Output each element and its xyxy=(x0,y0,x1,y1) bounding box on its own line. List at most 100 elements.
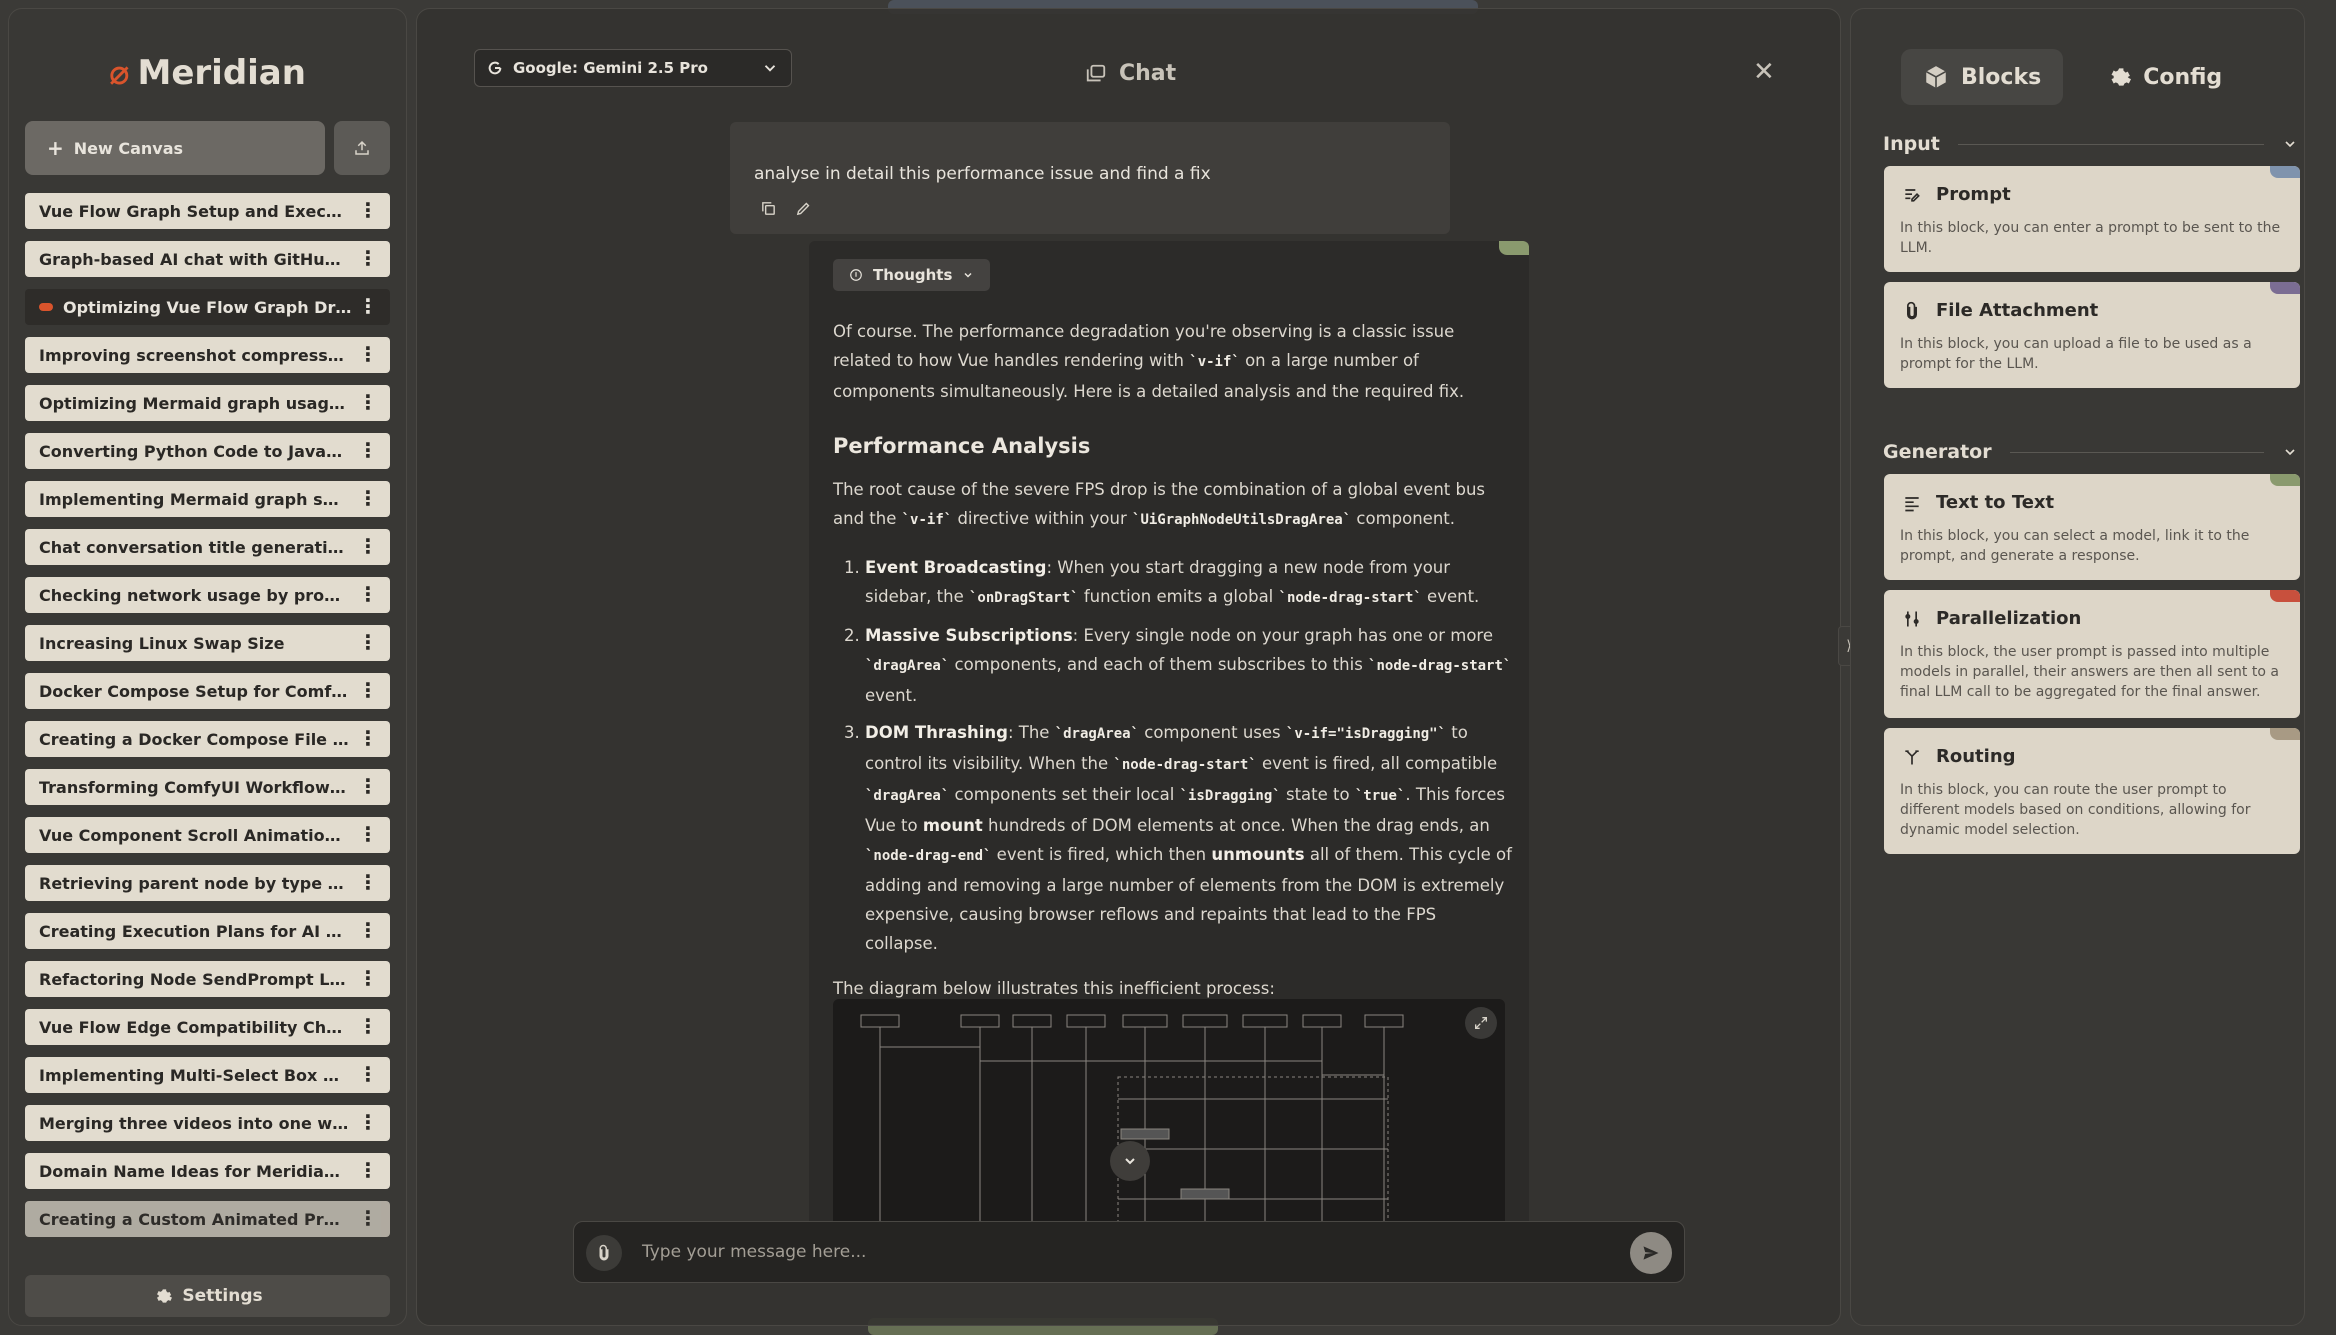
conversation-item[interactable]: Vue Component Scroll Animation for ... ⋮ xyxy=(25,817,390,853)
routing-icon xyxy=(1905,749,1919,764)
block-file-attachment[interactable]: File Attachment In this block, you can u… xyxy=(1884,282,2300,388)
send-button[interactable] xyxy=(1630,1232,1672,1274)
conversation-title: Creating a Docker Compose File for C... xyxy=(39,729,349,749)
more-options-icon[interactable]: ⋮ xyxy=(358,487,378,509)
more-options-icon[interactable]: ⋮ xyxy=(358,247,378,269)
block-text-to-text[interactable]: Text to Text In this block, you can sele… xyxy=(1884,474,2300,580)
sidebar: ⌀ Meridian + New Canvas Vue Flow Graph Se… xyxy=(8,8,407,1326)
block-description: In this block, the user prompt is passed… xyxy=(1900,644,2279,700)
paperclip-icon xyxy=(1907,301,1917,319)
inline-code: `v-if` xyxy=(901,512,953,528)
thoughts-toggle[interactable]: Thoughts xyxy=(833,259,991,291)
conversation-item[interactable]: Checking network usage by process i... ⋮ xyxy=(25,577,390,613)
settings-button[interactable]: Settings xyxy=(25,1275,390,1317)
block-description: In this block, you can route the user pr… xyxy=(1900,782,2251,838)
block-name: Routing xyxy=(1936,746,2016,767)
conversation-title: Domain Name Ideas for Meridian AI A... xyxy=(39,1161,349,1181)
scroll-down-button[interactable] xyxy=(1110,1141,1150,1181)
conversation-item[interactable]: Creating Execution Plans for AI Chat ...… xyxy=(25,913,390,949)
more-options-icon[interactable]: ⋮ xyxy=(358,439,378,461)
section-generator-header[interactable]: Generator xyxy=(1883,441,2298,463)
more-options-icon[interactable]: ⋮ xyxy=(358,775,378,797)
more-options-icon[interactable]: ⋮ xyxy=(358,1207,378,1229)
model-select[interactable]: Google: Gemini 2.5 Pro xyxy=(474,49,792,87)
block-description: In this block, you can enter a prompt to… xyxy=(1900,220,2281,256)
conversation-item[interactable]: Retrieving parent node by type or list .… xyxy=(25,865,390,901)
edit-icon[interactable] xyxy=(795,200,812,217)
emphasis: unmounts xyxy=(1211,845,1305,864)
text-fragment: event. xyxy=(865,686,918,705)
attach-button[interactable] xyxy=(586,1235,622,1271)
conversation-item[interactable]: Vue Flow Graph Setup and Execution ... ⋮ xyxy=(25,193,390,229)
copy-icon[interactable] xyxy=(760,200,777,217)
section-input-header[interactable]: Input xyxy=(1883,133,2298,155)
conversation-item[interactable]: Converting Python Code to JavaScript... ⋮ xyxy=(25,433,390,469)
conversation-item[interactable]: Optimizing Mermaid graph usage for ... ⋮ xyxy=(25,385,390,421)
conversation-item[interactable]: Refactoring Node SendPrompt Logic f... ⋮ xyxy=(25,961,390,997)
more-options-icon[interactable]: ⋮ xyxy=(358,823,378,845)
text-fragment: components set their local xyxy=(949,785,1180,804)
conversation-item[interactable]: Creating a Custom Animated Progres... ⋮ xyxy=(25,1201,390,1237)
conversation-title: Docker Compose Setup for ComfyUI ... xyxy=(39,681,349,701)
conversation-item[interactable]: Merging three videos into one with ff...… xyxy=(25,1105,390,1141)
conversation-item[interactable]: Domain Name Ideas for Meridian AI A... ⋮ xyxy=(25,1153,390,1189)
text-lines-icon xyxy=(1905,496,1919,511)
logo-text: Meridian xyxy=(137,53,306,93)
more-options-icon[interactable]: ⋮ xyxy=(358,679,378,701)
conversation-title: Implementing Mermaid graph suppo... xyxy=(39,489,349,509)
block-routing[interactable]: Routing In this block, you can route the… xyxy=(1884,728,2300,854)
more-options-icon[interactable]: ⋮ xyxy=(358,871,378,893)
message-tag xyxy=(1499,241,1529,255)
more-options-icon[interactable]: ⋮ xyxy=(358,583,378,605)
gear-icon xyxy=(157,1289,173,1303)
more-options-icon[interactable]: ⋮ xyxy=(358,1111,378,1133)
conversation-item[interactable]: Optimizing Vue Flow Graph Drag a...⋮ xyxy=(25,289,390,325)
inline-code: `isDragging` xyxy=(1179,788,1281,804)
inline-code: `node-drag-start` xyxy=(1113,757,1257,773)
chevron-down-icon xyxy=(1125,1158,1135,1165)
conversation-item[interactable]: Chat conversation title generation as...… xyxy=(25,529,390,565)
conversation-item[interactable]: Graph-based AI chat with GitHub RAG... ⋮ xyxy=(25,241,390,277)
more-options-icon[interactable]: ⋮ xyxy=(358,631,378,653)
more-options-icon[interactable]: ⋮ xyxy=(358,1159,378,1181)
user-message-text: analyse in detail this performance issue… xyxy=(754,164,1211,184)
inline-code: `dragArea` xyxy=(865,788,950,804)
conversation-item[interactable]: Creating a Docker Compose File for C... ⋮ xyxy=(25,721,390,757)
tab-config[interactable]: Config xyxy=(2083,49,2244,105)
block-parallelization[interactable]: Parallelization In this block, the user … xyxy=(1884,590,2300,718)
more-options-icon[interactable]: ⋮ xyxy=(358,199,378,221)
more-options-icon[interactable]: ⋮ xyxy=(358,919,378,941)
conversation-item[interactable]: Implementing Multi-Select Box Featu... ⋮ xyxy=(25,1057,390,1093)
more-options-icon[interactable]: ⋮ xyxy=(358,343,378,365)
more-options-icon[interactable]: ⋮ xyxy=(358,727,378,749)
export-button[interactable] xyxy=(334,121,390,175)
conversation-title: Checking network usage by process i... xyxy=(39,585,349,605)
conversation-item[interactable]: Improving screenshot compression q... ⋮ xyxy=(25,337,390,373)
expand-icon[interactable] xyxy=(1465,1007,1497,1039)
message-input[interactable]: Type your message here... xyxy=(642,1242,866,1262)
inline-code: `dragArea` xyxy=(1054,726,1139,742)
inline-code: `v-if="isDragging"` xyxy=(1285,726,1447,742)
conversation-item[interactable]: Transforming ComfyUI Workflow into... ⋮ xyxy=(25,769,390,805)
block-name: Prompt xyxy=(1936,184,2011,205)
conversation-title: Vue Component Scroll Animation for ... xyxy=(39,825,349,845)
close-icon[interactable]: ✕ xyxy=(1753,57,1775,87)
tab-blocks[interactable]: Blocks xyxy=(1901,49,2064,105)
conversation-item[interactable]: Vue Flow Edge Compatibility Check Is... ⋮ xyxy=(25,1009,390,1045)
inline-code: `UiGraphNodeUtilsDragArea` xyxy=(1132,512,1352,528)
more-options-icon[interactable]: ⋮ xyxy=(358,1015,378,1037)
more-options-icon[interactable]: ⋮ xyxy=(358,295,378,317)
block-prompt[interactable]: Prompt In this block, you can enter a pr… xyxy=(1884,166,2300,272)
more-options-icon[interactable]: ⋮ xyxy=(358,1063,378,1085)
more-options-icon[interactable]: ⋮ xyxy=(358,535,378,557)
inline-code: `node-drag-end` xyxy=(865,848,992,864)
app-logo: ⌀ Meridian xyxy=(9,53,406,93)
chevron-down-icon xyxy=(964,272,972,278)
more-options-icon[interactable]: ⋮ xyxy=(358,391,378,413)
reply-root-cause: The root cause of the severe FPS drop is… xyxy=(833,475,1513,535)
conversation-item[interactable]: Implementing Mermaid graph suppo... ⋮ xyxy=(25,481,390,517)
conversation-item[interactable]: Docker Compose Setup for ComfyUI ... ⋮ xyxy=(25,673,390,709)
new-canvas-button[interactable]: + New Canvas xyxy=(25,121,325,175)
conversation-item[interactable]: Increasing Linux Swap Size ⋮ xyxy=(25,625,390,661)
more-options-icon[interactable]: ⋮ xyxy=(358,967,378,989)
